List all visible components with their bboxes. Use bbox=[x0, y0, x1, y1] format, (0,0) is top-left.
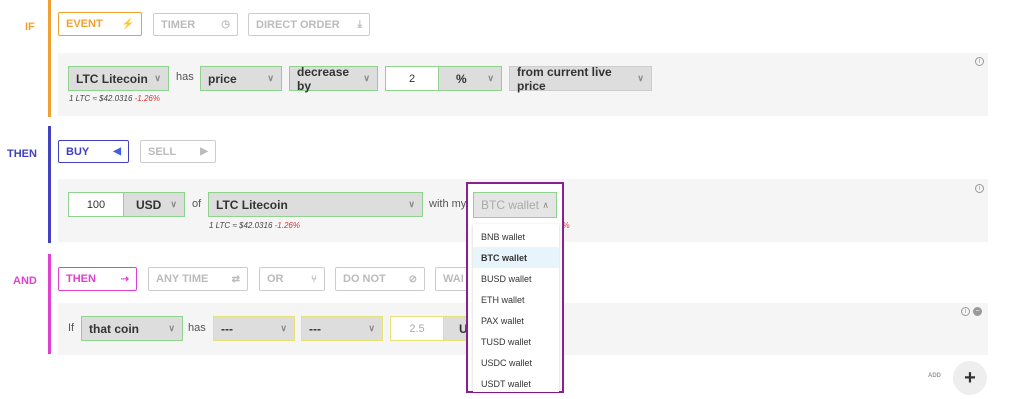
direct-order-button[interactable]: DIRECT ORDER ⤓ bbox=[248, 13, 370, 36]
timer-button[interactable]: TIMER ◷ bbox=[153, 13, 238, 36]
chevron-down-icon: ∨ bbox=[154, 73, 161, 83]
then-rate-change: -1.26% bbox=[274, 221, 300, 230]
then-rate-info: 1 LTC ≈ $42.0316 -1.26% bbox=[209, 221, 300, 230]
clock-icon: ◷ bbox=[221, 19, 230, 30]
wallet-options-list: BNB wallet BTC wallet BUSD wallet ETH wa… bbox=[473, 224, 559, 392]
chevron-down-icon: ∨ bbox=[368, 323, 375, 333]
if-text: If bbox=[68, 322, 75, 334]
and-select-2[interactable]: --- ∨ bbox=[301, 316, 383, 341]
chevron-down-icon: ∨ bbox=[408, 199, 415, 209]
or-button[interactable]: OR ⑂ bbox=[259, 267, 325, 291]
wallet-option[interactable]: USDC wallet bbox=[473, 352, 559, 373]
direct-order-label: DIRECT ORDER bbox=[256, 18, 340, 31]
double-arrow-icon: ⇢ bbox=[120, 273, 129, 285]
if-rate-info: 1 LTC ≈ $42.0316 -1.26% bbox=[69, 94, 160, 103]
sell-label: SELL bbox=[148, 145, 177, 158]
quantity-input[interactable]: 100 bbox=[68, 192, 124, 217]
if-coin-select[interactable]: LTC Litecoin ∨ bbox=[68, 66, 169, 91]
wallet-select[interactable]: BTC wallet ∧ bbox=[473, 192, 557, 218]
unit-value: % bbox=[456, 71, 467, 86]
reference-select[interactable]: from current live price ∨ bbox=[509, 64, 652, 93]
then-coin-value: LTC Litecoin bbox=[216, 197, 288, 212]
chevron-down-icon: ∨ bbox=[280, 323, 287, 333]
chevron-down-icon: ∨ bbox=[637, 73, 644, 83]
branch-icon: ⑂ bbox=[311, 273, 317, 285]
then-coin-select[interactable]: LTC Litecoin ∨ bbox=[208, 192, 423, 217]
and-amount-input[interactable]: 2.5 bbox=[390, 316, 444, 341]
if-label: IF bbox=[25, 21, 35, 33]
of-text: of bbox=[192, 198, 202, 210]
if-rate-change: -1.26% bbox=[134, 94, 160, 103]
add-label: ADD bbox=[928, 373, 941, 379]
lightning-icon: ⚡ bbox=[121, 18, 134, 30]
any-time-label: ANY TIME bbox=[156, 273, 209, 285]
chevron-up-icon: ∧ bbox=[542, 199, 549, 210]
reference-value: from current live price bbox=[517, 64, 612, 93]
metric-value: price bbox=[208, 71, 237, 86]
ban-icon: ⊘ bbox=[408, 273, 417, 285]
and-remove-icon[interactable]: − bbox=[973, 307, 982, 316]
amount-input[interactable]: 2 bbox=[385, 66, 439, 91]
wallet-option[interactable]: USDT wallet bbox=[473, 373, 559, 394]
wallet-option[interactable]: BNB wallet bbox=[473, 226, 559, 247]
chevron-down-icon: ∨ bbox=[363, 73, 370, 83]
buy-label: BUY bbox=[66, 145, 90, 158]
wallet-option[interactable]: BTC wallet bbox=[473, 247, 559, 268]
chevron-down-icon: ∨ bbox=[168, 323, 175, 333]
metric-select[interactable]: price ∨ bbox=[200, 66, 282, 91]
event-label: EVENT bbox=[66, 18, 103, 30]
if-has-text: has bbox=[176, 71, 194, 83]
wallet-option[interactable]: PAX wallet bbox=[473, 310, 559, 331]
swap-icon: ⇄ bbox=[231, 273, 240, 285]
if-bar bbox=[48, 0, 51, 117]
chevron-down-icon: ∨ bbox=[487, 73, 494, 83]
and-label: AND bbox=[13, 275, 37, 287]
sell-button[interactable]: SELL ▶ bbox=[140, 140, 216, 163]
and-has-text: has bbox=[188, 322, 206, 334]
arrow-circle-left-icon: ◀ bbox=[113, 146, 121, 157]
do-not-button[interactable]: DO NOT ⊘ bbox=[335, 267, 425, 291]
if-rate-text: 1 LTC ≈ $42.0316 bbox=[69, 94, 133, 103]
chevron-down-icon: ∨ bbox=[170, 199, 177, 209]
and-select-2-value: --- bbox=[309, 321, 321, 336]
then-bar bbox=[48, 126, 51, 243]
and-info-icon[interactable]: i bbox=[961, 307, 970, 316]
and-coin-select[interactable]: that coin ∨ bbox=[81, 316, 183, 341]
add-button[interactable]: + bbox=[953, 361, 987, 395]
and-select-1[interactable]: --- ∨ bbox=[213, 316, 295, 341]
currency-value: USD bbox=[136, 197, 162, 212]
change-value: decrease by bbox=[297, 64, 350, 93]
then-rate-text: 1 LTC ≈ $42.0316 bbox=[209, 221, 273, 230]
change-select[interactable]: decrease by ∨ bbox=[289, 64, 378, 93]
wallet-option[interactable]: TUSD wallet bbox=[473, 331, 559, 352]
download-icon: ⤓ bbox=[357, 19, 362, 30]
timer-label: TIMER bbox=[161, 18, 196, 31]
event-button[interactable]: EVENT ⚡ bbox=[58, 12, 142, 36]
with-my-text: with my bbox=[429, 198, 467, 210]
wallet-option[interactable]: BUSD wallet bbox=[473, 268, 559, 289]
if-coin-value: LTC Litecoin bbox=[76, 71, 148, 86]
chevron-down-icon: ∨ bbox=[267, 73, 274, 83]
arrow-circle-right-icon: ▶ bbox=[200, 146, 208, 157]
wait-label: WAI bbox=[443, 273, 464, 285]
then-step-button[interactable]: THEN ⇢ bbox=[58, 267, 137, 291]
and-bar bbox=[48, 254, 51, 354]
wallet-value: BTC wallet bbox=[481, 198, 540, 212]
do-not-label: DO NOT bbox=[343, 273, 386, 285]
wallet-option[interactable]: ETH wallet bbox=[473, 289, 559, 310]
unit-select[interactable]: % ∨ bbox=[438, 66, 502, 91]
then-step-label: THEN bbox=[66, 273, 96, 285]
any-time-button[interactable]: ANY TIME ⇄ bbox=[148, 267, 248, 291]
wallet-dropdown: BTC wallet ∧ BNB wallet BTC wallet BUSD w… bbox=[466, 182, 564, 393]
and-coin-value: that coin bbox=[89, 321, 139, 336]
then-label: THEN bbox=[7, 148, 37, 160]
buy-button[interactable]: BUY ◀ bbox=[58, 140, 129, 163]
or-label: OR bbox=[267, 273, 284, 285]
and-select-1-value: --- bbox=[221, 321, 233, 336]
then-info-icon[interactable]: i bbox=[975, 184, 984, 193]
plus-icon: + bbox=[964, 366, 976, 389]
currency-select[interactable]: USD ∨ bbox=[123, 192, 185, 217]
if-info-icon[interactable]: i bbox=[975, 57, 984, 66]
